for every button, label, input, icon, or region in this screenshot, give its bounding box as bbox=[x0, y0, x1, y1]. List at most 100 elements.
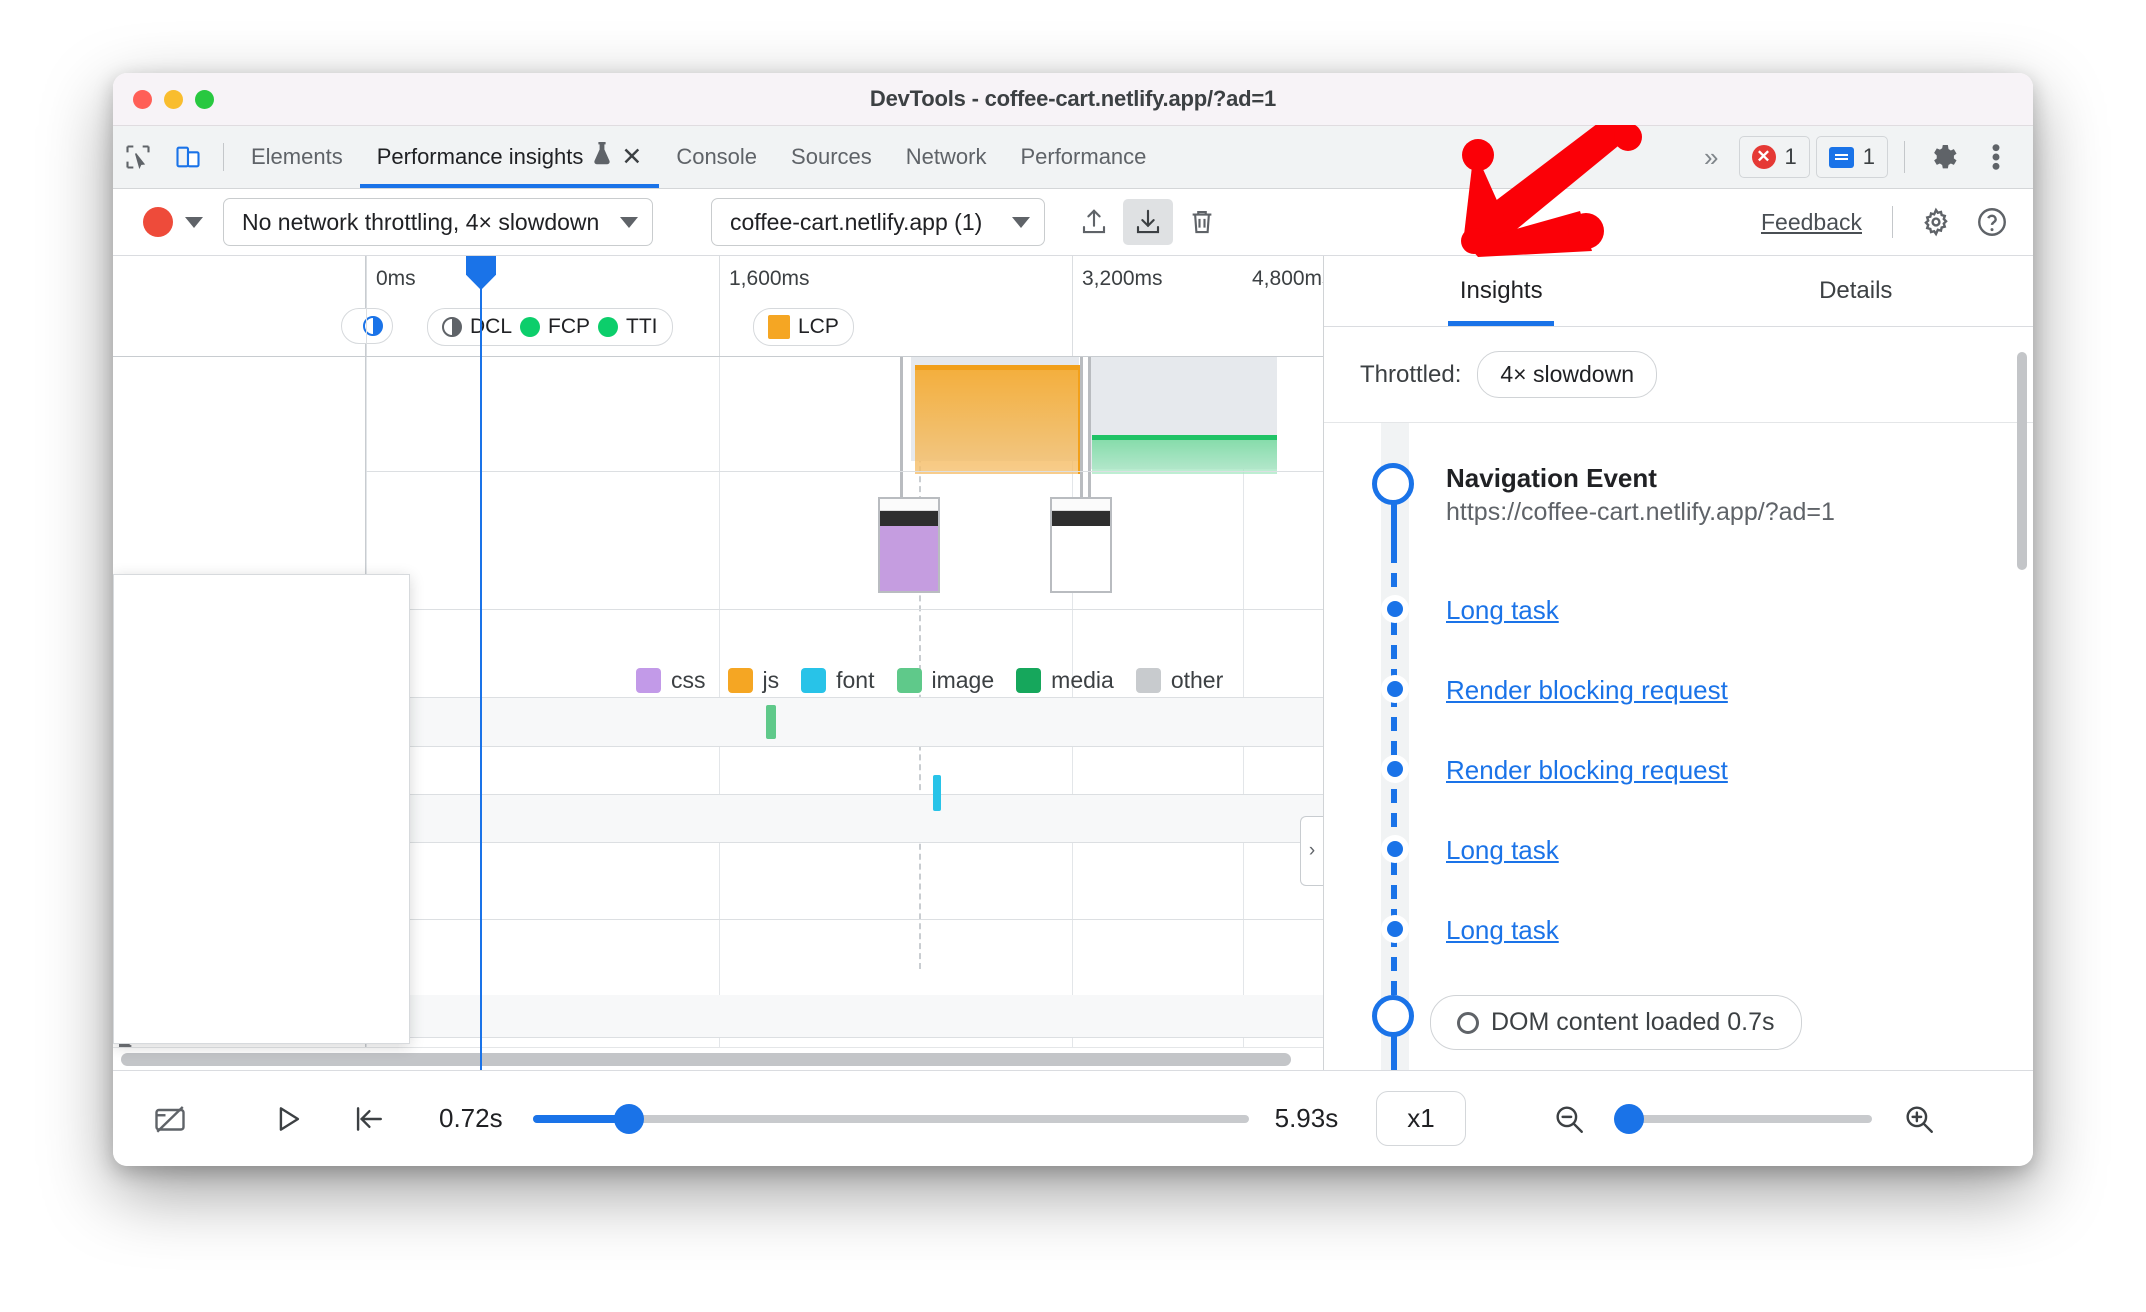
recording-select[interactable]: coffee-cart.netlify.app (1) bbox=[711, 198, 1045, 246]
insight-long-task[interactable]: Long task bbox=[1324, 835, 2033, 915]
insight-link[interactable]: Long task bbox=[1446, 595, 1559, 625]
help-icon[interactable] bbox=[1969, 199, 2015, 245]
jump-to-start-icon[interactable] bbox=[335, 1089, 401, 1149]
insight-link[interactable]: Render blocking request bbox=[1446, 755, 1728, 785]
tab-performance-insights[interactable]: Performance insights ✕ bbox=[359, 126, 660, 188]
trash-icon[interactable] bbox=[1177, 199, 1227, 245]
inspect-cursor-icon[interactable] bbox=[113, 126, 163, 188]
dcl-badge[interactable]: DOM content loaded 0.7s bbox=[1430, 995, 1802, 1050]
filmstrip-thumbnail[interactable] bbox=[878, 497, 940, 593]
ruler-tick-label: 3,200ms bbox=[1082, 267, 1163, 290]
recording-value: coffee-cart.netlify.app (1) bbox=[730, 208, 983, 235]
tab-overflow-icon[interactable]: » bbox=[1690, 142, 1732, 173]
sidebar-collapse-handle[interactable]: › bbox=[1300, 816, 1323, 886]
window-traffic-lights bbox=[133, 90, 214, 109]
throttling-value: No network throttling, 4× slowdown bbox=[242, 208, 600, 235]
message-count-badge[interactable]: 1 bbox=[1815, 136, 1888, 178]
tab-label: Performance insights bbox=[376, 144, 584, 169]
play-icon[interactable] bbox=[255, 1089, 321, 1149]
error-count-label: 1 bbox=[1784, 144, 1797, 169]
insights-sidebar: Insights Details Throttled: 4× slowdown bbox=[1324, 256, 2034, 1085]
scrollbar-thumb[interactable] bbox=[121, 1053, 1291, 1066]
time-slider-knob[interactable] bbox=[613, 1103, 644, 1134]
marker-pill-dcl-fcp-tti[interactable]: DCL FCP TTI bbox=[427, 308, 673, 346]
zoom-in-icon[interactable] bbox=[1886, 1089, 1952, 1149]
insight-dom-content-loaded[interactable]: DOM content loaded 0.7s bbox=[1324, 995, 2033, 1075]
dcl-node-icon bbox=[1372, 995, 1414, 1037]
throttling-select[interactable]: No network throttling, 4× slowdown bbox=[223, 198, 653, 246]
timeline-canvas: css js font image media other bbox=[366, 357, 1323, 1070]
insight-link[interactable]: Render blocking request bbox=[1446, 675, 1728, 705]
ruler-left-gutter bbox=[113, 256, 366, 356]
record-button[interactable] bbox=[143, 207, 173, 237]
tab-sources[interactable]: Sources bbox=[774, 126, 889, 188]
insight-text: Render blocking request bbox=[1446, 755, 1728, 786]
insight-link[interactable]: Long task bbox=[1446, 835, 1559, 865]
upload-icon[interactable] bbox=[1069, 199, 1119, 245]
device-toolbar-icon[interactable] bbox=[163, 126, 213, 188]
chevron-down-icon bbox=[1012, 216, 1030, 228]
media-swatch-icon bbox=[1016, 668, 1042, 693]
insight-subtitle: https://coffee-cart.netlify.app/?ad=1 bbox=[1446, 498, 1835, 526]
network-request-bar[interactable] bbox=[766, 705, 776, 739]
lcp-label: LCP bbox=[798, 315, 839, 338]
insight-node-icon bbox=[1381, 675, 1409, 703]
chevron-down-icon bbox=[620, 216, 638, 228]
insight-long-task[interactable]: Long task bbox=[1324, 915, 2033, 995]
tabbar-right-actions: » ✕ 1 1 bbox=[1690, 126, 2033, 188]
download-icon[interactable] bbox=[1123, 199, 1173, 245]
insight-render-blocking-request[interactable]: Render blocking request bbox=[1324, 675, 2033, 755]
tab-network[interactable]: Network bbox=[889, 126, 1004, 188]
close-window-button[interactable] bbox=[133, 90, 152, 109]
tab-label: Elements bbox=[251, 144, 343, 169]
legend-item-font: font bbox=[801, 667, 875, 694]
zoom-slider-knob[interactable] bbox=[1613, 1103, 1644, 1134]
font-swatch-icon bbox=[801, 668, 827, 693]
experiment-flask-icon bbox=[592, 142, 612, 172]
message-icon bbox=[1828, 146, 1854, 168]
insight-render-blocking-request[interactable]: Render blocking request bbox=[1324, 755, 2033, 835]
insight-node-icon bbox=[1381, 755, 1409, 783]
tab-close-icon[interactable]: ✕ bbox=[621, 144, 642, 170]
timeline-horizontal-scrollbar[interactable] bbox=[113, 1047, 1323, 1070]
minimize-window-button[interactable] bbox=[164, 90, 183, 109]
network-legend: css js font image media other bbox=[636, 667, 1223, 694]
marker-pill-lcp[interactable]: LCP bbox=[753, 308, 854, 346]
legend-label: js bbox=[762, 667, 780, 693]
feedback-link[interactable]: Feedback bbox=[1751, 209, 1872, 236]
tab-performance[interactable]: Performance bbox=[1003, 126, 1163, 188]
insight-title: Navigation Event bbox=[1446, 463, 1657, 493]
tab-details[interactable]: Details bbox=[1679, 256, 2034, 326]
sidebar-tab-label: Insights bbox=[1459, 277, 1543, 304]
gear-icon[interactable] bbox=[1921, 134, 1967, 180]
legend-item-other: other bbox=[1135, 667, 1223, 694]
insight-link[interactable]: Long task bbox=[1446, 915, 1559, 945]
message-count-label: 1 bbox=[1862, 144, 1875, 169]
zoom-out-icon[interactable] bbox=[1536, 1089, 1602, 1149]
kebab-menu-icon[interactable] bbox=[1973, 134, 2019, 180]
screenshot-off-icon[interactable] bbox=[137, 1089, 203, 1149]
insight-navigation-event[interactable]: Navigation Event https://coffee-cart.net… bbox=[1324, 463, 2033, 595]
insight-long-task[interactable]: Long task bbox=[1324, 595, 2033, 675]
error-count-badge[interactable]: ✕ 1 bbox=[1738, 136, 1810, 178]
time-range-slider[interactable] bbox=[532, 1103, 1249, 1134]
tab-elements[interactable]: Elements bbox=[234, 126, 360, 188]
timeline-playhead[interactable] bbox=[466, 256, 496, 1070]
tab-insights[interactable]: Insights bbox=[1324, 256, 1679, 326]
dcl-ring-icon bbox=[1457, 1011, 1479, 1034]
record-options-dropdown[interactable] bbox=[173, 216, 215, 228]
sidebar-scrollbar-thumb[interactable] bbox=[2017, 352, 2027, 570]
insight-node-icon bbox=[1381, 915, 1409, 943]
maximize-window-button[interactable] bbox=[195, 90, 214, 109]
flame-block-js[interactable] bbox=[915, 365, 1083, 474]
network-request-bar[interactable] bbox=[933, 775, 941, 811]
insight-node-icon bbox=[1381, 835, 1409, 863]
playback-speed-button[interactable]: x1 bbox=[1376, 1091, 1466, 1146]
fcp-label: FCP bbox=[548, 315, 591, 338]
tab-console[interactable]: Console bbox=[659, 126, 774, 188]
main-content: 0ms 1,600ms 3,200ms 4,800ms DCL bbox=[113, 256, 2034, 1085]
gear-icon[interactable] bbox=[1913, 199, 1959, 245]
zoom-slider[interactable] bbox=[1613, 1103, 1872, 1134]
filmstrip-thumbnail[interactable] bbox=[1050, 497, 1112, 593]
flame-block-media[interactable] bbox=[1092, 435, 1277, 474]
